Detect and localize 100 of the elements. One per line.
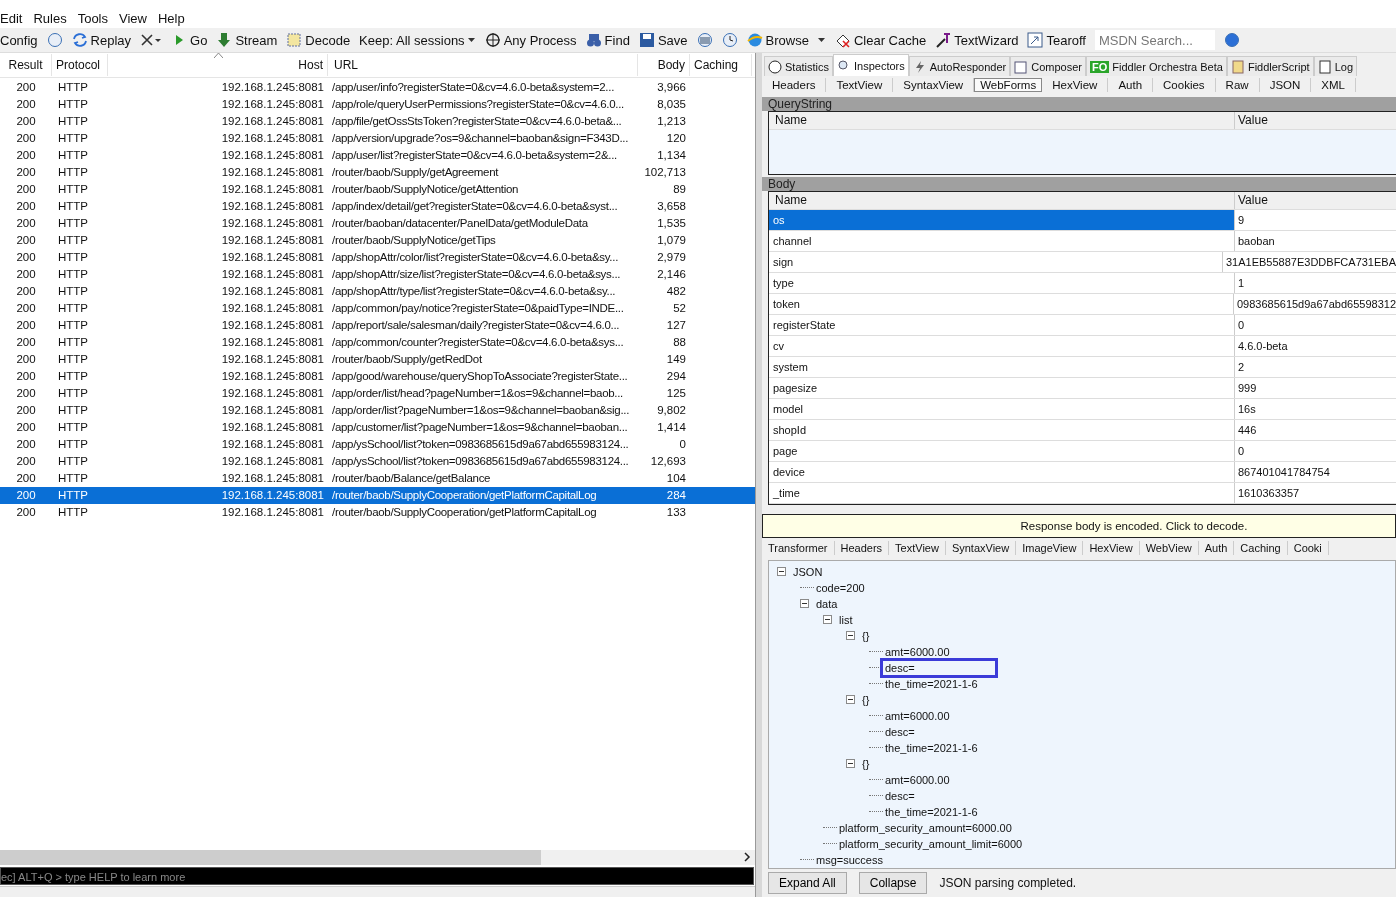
- collapse-icon[interactable]: [777, 567, 786, 577]
- tree-node[interactable]: {}: [860, 692, 872, 707]
- table-cell[interactable]: pagesize: [769, 377, 1235, 398]
- session-row[interactable]: 200 HTTP 192.168.1.245:8081 /router/baob/SupplyNotice/getTips 1,079: [0, 232, 755, 249]
- session-row[interactable]: 200 HTTP 192.168.1.245:8081 /app/user/info?registerState=0&cv=4.6.0-beta&system=2... 3,966: [0, 79, 755, 96]
- toolbar-button[interactable]: Decode: [286, 30, 351, 50]
- tab[interactable]: FiddlerScript: [1226, 56, 1314, 76]
- table-cell[interactable]: type: [769, 272, 1235, 293]
- tree-node[interactable]: desc=: [883, 788, 917, 803]
- session-row[interactable]: 200 HTTP 192.168.1.245:8081 /router/baob/Supply/getRedDot 149: [0, 351, 755, 368]
- table-cell[interactable]: model: [769, 398, 1235, 419]
- menu-item[interactable]: Edit: [0, 10, 31, 28]
- tab[interactable]: WebView: [1139, 540, 1199, 555]
- session-row[interactable]: 200 HTTP 192.168.1.245:8081 /app/index/detail/get?registerState=0&cv=4.6.0-beta&syst... 3,658: [0, 198, 755, 215]
- toolbar-button[interactable]: Stream: [216, 30, 278, 50]
- tree-node[interactable]: platform_security_amount=6000.00: [837, 820, 1014, 835]
- tree-node[interactable]: desc=: [883, 660, 995, 675]
- decode-banner[interactable]: Response body is encoded. Click to decode.: [762, 514, 1396, 539]
- tree-node[interactable]: amt=6000.00: [883, 772, 952, 787]
- session-row[interactable]: 200 HTTP 192.168.1.245:8081 /router/baob/SupplyNotice/getAttention 89: [0, 181, 755, 198]
- table-cell[interactable]: registerState: [769, 314, 1235, 335]
- session-row[interactable]: 200 HTTP 192.168.1.245:8081 /app/ysSchool/list?token=0983685615d9a67abd655983124... 12,693: [0, 453, 755, 470]
- tree-node[interactable]: msg=success: [814, 852, 885, 867]
- table-cell[interactable]: sign: [769, 251, 1223, 272]
- tree-node[interactable]: amt=6000.00: [883, 644, 952, 659]
- tab[interactable]: TextView: [889, 540, 946, 555]
- session-row[interactable]: 200 HTTP 192.168.1.245:8081 /app/order/list?pageNumber=1&os=9&channel=baoban&sig... 9,802: [0, 402, 755, 419]
- tab[interactable]: WebForms: [974, 78, 1043, 93]
- collapse-icon[interactable]: [846, 631, 855, 641]
- search-field[interactable]: MSDN Search...: [1095, 30, 1215, 50]
- tree-node[interactable]: code=200: [814, 580, 867, 595]
- tab[interactable]: Log: [1313, 56, 1357, 76]
- toolbar-button[interactable]: Browse: [746, 30, 809, 50]
- session-row[interactable]: 200 HTTP 192.168.1.245:8081 /app/order/list/head?pageNumber=1&os=9&channel=baob... 125: [0, 385, 755, 402]
- tree-node[interactable]: {}: [860, 756, 872, 771]
- table-cell[interactable]: cv: [769, 335, 1235, 356]
- dropdown-button[interactable]: Keep: All sessions: [359, 30, 476, 50]
- column-header[interactable]: URL: [328, 54, 638, 76]
- collapse-icon[interactable]: [800, 599, 809, 609]
- tree-button[interactable]: Collapse: [858, 871, 928, 894]
- column-header[interactable]: Value: [1235, 191, 1396, 209]
- toolbar-button[interactable]: TextWizard: [935, 30, 1019, 50]
- session-row[interactable]: 200 HTTP 192.168.1.245:8081 /app/user/list?registerState=0&cv=4.6.0-beta&system=2&... 1,134: [0, 147, 755, 164]
- menu-item[interactable]: Tools: [74, 10, 116, 28]
- toolbar-button[interactable]: Go: [171, 30, 208, 50]
- table-cell[interactable]: system: [769, 356, 1235, 377]
- session-row[interactable]: 200 HTTP 192.168.1.245:8081 /app/role/queryUserPermissions?registerState=0&cv=4.6.0... 8,035: [0, 96, 755, 113]
- table-cell[interactable]: _time: [769, 482, 1235, 503]
- toolbar-button[interactable]: Any Process: [484, 30, 577, 50]
- session-row[interactable]: 200 HTTP 192.168.1.245:8081 /app/ysSchool/list?token=0983685615d9a67abd655983124... 0: [0, 436, 755, 453]
- toolbar-button[interactable]: Tearoff: [1027, 30, 1086, 50]
- menu-item[interactable]: Rules: [30, 10, 75, 28]
- tab[interactable]: Auth: [1108, 78, 1154, 93]
- tree-node[interactable]: JSON: [791, 564, 825, 579]
- tab[interactable]: HexView: [1083, 540, 1140, 555]
- scroll-right-icon[interactable]: [743, 852, 751, 862]
- tab[interactable]: HexView: [1042, 78, 1109, 93]
- tree-node[interactable]: amt=6000.00: [883, 708, 952, 723]
- tab[interactable]: Composer: [1010, 56, 1086, 76]
- tab[interactable]: Statistics: [764, 56, 833, 76]
- tab[interactable]: AutoResponder: [908, 56, 1011, 76]
- tab[interactable]: ImageView: [1016, 540, 1084, 555]
- toolbar-button[interactable]: Replay: [71, 30, 132, 50]
- tab[interactable]: Cookies: [1153, 78, 1216, 93]
- session-row[interactable]: 200 HTTP 192.168.1.245:8081 /app/customer/list?pageNumber=1&os=9&channel=baoban... 1,414: [0, 419, 755, 436]
- toolbar-button[interactable]: Config: [0, 30, 38, 50]
- tree-node[interactable]: the_time=2021-1-6: [883, 740, 980, 755]
- scrollbar[interactable]: [0, 850, 755, 865]
- command-field[interactable]: ec] ALT+Q > type HELP to learn more: [0, 867, 754, 885]
- menu-item[interactable]: View: [116, 10, 155, 28]
- session-row[interactable]: 200 HTTP 192.168.1.245:8081 /app/shopAttr/color/list?registerState=0&cv=4.6.0-beta&sy... 2,979: [0, 249, 755, 266]
- column-header[interactable]: Body: [638, 54, 690, 76]
- table-cell[interactable]: device: [769, 461, 1235, 482]
- session-row[interactable]: 200 HTTP 192.168.1.245:8081 /app/shopAttr/type/list?registerState=0&cv=4.6.0-beta&sy... 482: [0, 283, 755, 300]
- tree-node[interactable]: platform_security_amount_limit=6000: [837, 836, 1025, 851]
- table-cell[interactable]: page: [769, 440, 1235, 461]
- tab[interactable]: XML: [1311, 78, 1356, 93]
- tab[interactable]: JSON: [1259, 78, 1312, 93]
- column-header[interactable]: Caching: [690, 54, 752, 76]
- column-header[interactable]: Host: [108, 54, 328, 76]
- column-header[interactable]: Value: [1235, 111, 1396, 129]
- tab[interactable]: Headers: [834, 540, 890, 555]
- tree-node[interactable]: desc=: [883, 724, 917, 739]
- table-cell[interactable]: os: [769, 209, 1235, 230]
- column-header[interactable]: Protocol: [52, 54, 108, 76]
- tab[interactable]: Inspectors: [833, 54, 909, 76]
- collapse-icon[interactable]: [846, 759, 855, 769]
- toolbar-button[interactable]: Find: [585, 30, 630, 50]
- column-header[interactable]: Result: [0, 54, 52, 76]
- session-row[interactable]: 200 HTTP 192.168.1.245:8081 /app/version/upgrade?os=9&channel=baoban&sign=F343D... 120: [0, 130, 755, 147]
- tab[interactable]: TextView: [826, 78, 894, 93]
- menu-item[interactable]: Help: [154, 10, 193, 28]
- tab[interactable]: Raw: [1215, 78, 1260, 93]
- table-cell[interactable]: token: [769, 293, 1234, 314]
- session-row[interactable]: 200 HTTP 192.168.1.245:8081 /router/baoban/datacenter/PanelData/getModuleData 1,535: [0, 215, 755, 232]
- tree-node[interactable]: the_time=2021-1-6: [883, 676, 980, 691]
- tree-node[interactable]: data: [814, 596, 840, 611]
- tab[interactable]: SyntaxView: [945, 540, 1017, 555]
- session-row[interactable]: 200 HTTP 192.168.1.245:8081 /app/report/sale/salesman/daily?registerState=0&cv=4.6.0... 127: [0, 317, 755, 334]
- session-row[interactable]: 200 HTTP 192.168.1.245:8081 /router/baob/Supply/getAgreement 102,713: [0, 164, 755, 181]
